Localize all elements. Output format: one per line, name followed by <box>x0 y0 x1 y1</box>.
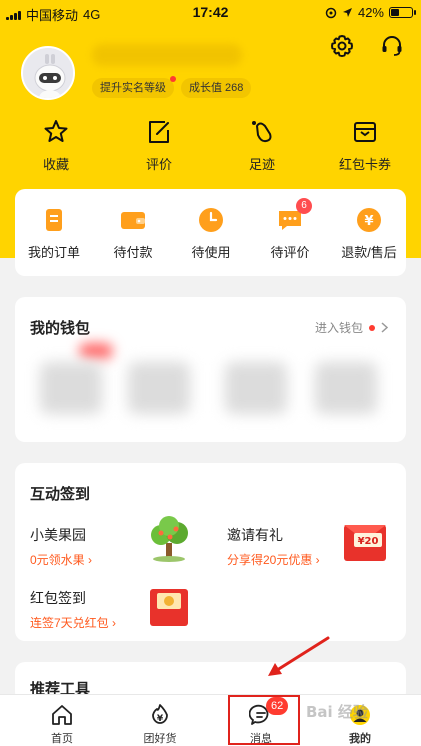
review-count-badge: 6 <box>296 198 312 214</box>
enter-wallet-label: 进入钱包 <box>314 321 363 335</box>
order-label: 待评价 <box>270 245 310 260</box>
verify-level-tag[interactable]: 提升实名等级 <box>92 76 176 98</box>
order-label: 待付款 <box>113 245 153 260</box>
svg-text:¥: ¥ <box>364 214 373 229</box>
headset-icon[interactable] <box>379 33 405 59</box>
signin-title: 互动签到 <box>30 486 91 503</box>
tab-label: 首页 <box>51 733 73 745</box>
clock-icon <box>199 208 223 232</box>
chevron-right-icon <box>381 322 388 333</box>
order-refund[interactable]: ¥ 退款/售后 <box>330 206 408 262</box>
red-packet-icon <box>150 589 188 626</box>
shortcut-label: 红包卡券 <box>338 157 391 172</box>
orchard-subtitle: 0元领水果 › <box>30 553 93 567</box>
blurred-wallet-item[interactable] <box>225 362 287 414</box>
shortcut-label: 足迹 <box>248 157 275 172</box>
growth-value-tag[interactable]: 成长值 268 <box>181 78 252 98</box>
gear-icon[interactable] <box>329 33 355 59</box>
wallet-card: 我的钱包 进入钱包 <box>15 297 406 442</box>
order-list-icon <box>46 209 62 231</box>
orchard-title: 小美果园 <box>30 527 86 543</box>
enter-wallet-link[interactable]: 进入钱包 <box>315 319 388 336</box>
wallet-title: 我的钱包 <box>30 320 91 337</box>
star-icon <box>44 120 68 142</box>
invite-title: 邀请有礼 <box>227 527 283 543</box>
navigation-icon <box>342 8 352 17</box>
avatar[interactable] <box>21 46 75 100</box>
invite-subtitle: 分享得20元优惠 › <box>227 553 320 567</box>
order-to-pay[interactable]: 待付款 <box>94 206 172 262</box>
blurred-wallet-item[interactable] <box>128 362 190 414</box>
tab-home[interactable]: 首页 <box>27 703 97 746</box>
shortcut-label: 收藏 <box>42 157 69 172</box>
annotation-highlight-box <box>228 695 300 745</box>
edit-icon <box>149 121 169 143</box>
coupon-icon <box>354 122 376 142</box>
shortcut-footprints[interactable]: 足迹 <box>222 118 302 174</box>
redpacket-signin-item[interactable]: 红包签到 连签7天兑红包 › <box>30 588 116 631</box>
blurred-badge <box>79 343 113 359</box>
blurred-wallet-item[interactable] <box>315 362 377 414</box>
shortcut-label: 评价 <box>145 157 172 172</box>
status-bar: 中国移动 4G 17:42 42% <box>0 0 421 24</box>
verify-level-label: 提升实名等级 <box>100 82 166 94</box>
order-label: 我的订单 <box>27 245 80 260</box>
annotation-arrow-icon <box>268 636 330 676</box>
blurred-wallet-item[interactable] <box>40 362 102 414</box>
order-to-use[interactable]: 待使用 <box>172 206 250 262</box>
invite-item[interactable]: 邀请有礼 分享得20元优惠 › <box>227 525 320 568</box>
wallet-icon <box>121 212 145 229</box>
orders-card: 我的订单 待付款 待使用 6 待评价 ¥ 退款/售后 <box>15 189 406 276</box>
home-icon <box>52 705 72 725</box>
shortcut-favorites[interactable]: 收藏 <box>16 118 96 174</box>
orchard-item[interactable]: 小美果园 0元领水果 › <box>30 525 92 568</box>
interactive-signin-card: 互动签到 小美果园 0元领水果 › 邀请有礼 分享得20元优惠 › ¥20 红包… <box>15 463 406 641</box>
battery-percent: 42% <box>357 5 384 20</box>
tab-label: 团好货 <box>143 733 177 745</box>
order-to-review[interactable]: 6 待评价 <box>251 198 329 262</box>
notification-dot <box>369 324 375 331</box>
refund-icon: ¥ <box>357 208 381 232</box>
watermark: Bai 经验 <box>306 703 368 721</box>
shortcut-row: 收藏 评价 足迹 红包卡券 <box>0 118 421 178</box>
location-arrow-icon <box>325 7 337 18</box>
order-all[interactable]: 我的订单 <box>15 206 93 262</box>
blurred-username <box>92 44 242 66</box>
tree-icon <box>151 516 188 562</box>
red-envelope-icon: ¥20 <box>344 525 386 561</box>
svg-text:¥: ¥ <box>157 714 164 724</box>
tab-group-goods[interactable]: ¥ 团好货 <box>125 703 195 746</box>
redpacket-subtitle: 连签7天兑红包 › <box>30 616 117 630</box>
order-label: 退款/售后 <box>341 245 397 260</box>
order-label: 待使用 <box>191 245 231 260</box>
tab-label: 我的 <box>349 733 371 745</box>
footprint-icon <box>252 121 272 143</box>
envelope-amount: ¥20 <box>358 536 379 547</box>
shortcut-coupons[interactable]: 红包卡券 <box>325 118 405 174</box>
redpacket-title: 红包签到 <box>30 590 86 606</box>
yen-flame-icon: ¥ <box>152 704 168 724</box>
growth-value-label: 成长值 268 <box>189 82 244 94</box>
shortcut-reviews[interactable]: 评价 <box>119 118 199 174</box>
notification-dot <box>170 76 176 82</box>
battery-icon <box>389 7 416 18</box>
